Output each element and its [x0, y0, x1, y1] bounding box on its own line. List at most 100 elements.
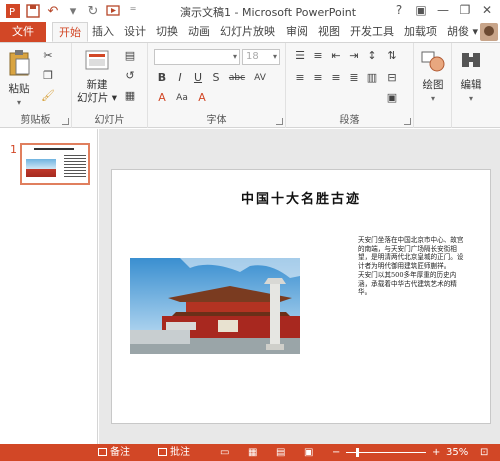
zoom-in-icon[interactable]: + [432, 444, 440, 461]
dropdown-chevron-icon[interactable]: ▾ [64, 2, 82, 20]
section-icon[interactable]: ▦ [122, 89, 138, 103]
zoom-out-icon[interactable]: − [332, 444, 340, 461]
smartart-icon[interactable]: ▣ [384, 91, 400, 105]
tab-transitions[interactable]: 切换 [150, 22, 184, 42]
help-icon[interactable]: ? [388, 0, 410, 20]
undo-icon[interactable]: ↶ [44, 2, 62, 20]
quick-access-toolbar: P ↶ ▾ ↻ ⁼ [4, 2, 142, 20]
tab-view[interactable]: 视图 [312, 22, 346, 42]
text-direction-icon[interactable]: ⇅ [384, 49, 400, 63]
slide-body-text[interactable]: 天安门坐落在中国北京市中心、故宫的南端，与天安门广场隔长安街相望，是明清两代北京… [358, 236, 468, 298]
character-spacing-icon[interactable]: AV [252, 71, 268, 85]
tab-animations[interactable]: 动画 [182, 22, 216, 42]
status-bar: 备注 批注 ▭ ▦ ▤ ▣ − + 35% ⊡ [0, 444, 500, 461]
app-logo-icon: P [4, 2, 22, 20]
tab-developer[interactable]: 开发工具 [344, 22, 400, 42]
thumbnail-text [64, 155, 86, 179]
notes-button[interactable]: 备注 [98, 444, 130, 461]
restore-icon[interactable]: ❐ [454, 0, 476, 20]
shapes-icon [421, 51, 445, 72]
start-from-beginning-icon[interactable] [104, 2, 122, 20]
paragraph-launcher-icon[interactable] [404, 118, 411, 125]
notes-icon [98, 448, 107, 456]
font-name-combo[interactable]: ▾ [154, 49, 240, 65]
zoom-slider-thumb[interactable] [356, 448, 360, 457]
change-case-icon[interactable]: Aa [174, 91, 190, 105]
drawing-button[interactable]: 绘图 ▾ [416, 49, 450, 105]
italic-icon[interactable]: I [172, 71, 188, 85]
paste-dropdown-icon[interactable]: ▾ [4, 96, 34, 109]
customize-qat-icon[interactable]: ⁼ [124, 2, 142, 20]
bullets-icon[interactable]: ☰ [292, 49, 308, 63]
avatar[interactable] [480, 23, 498, 41]
ribbon-display-options-icon[interactable]: ▣ [410, 0, 432, 20]
font-color-icon[interactable]: A [194, 91, 210, 105]
tiananmen-image [130, 258, 300, 354]
paragraph-group: ☰ ≡ ⇤ ⇥ ↕ ⇅ ≡ ≡ ≡ ≣ ▥ ⊟ ▣ 段落 [286, 43, 414, 128]
copy-icon[interactable]: ❐ [40, 69, 56, 83]
close-icon[interactable]: ✕ [476, 0, 498, 20]
text-effects-icon[interactable]: A [154, 91, 170, 105]
justify-icon[interactable]: ≣ [346, 71, 362, 85]
thumbnail-number: 1 [10, 143, 17, 156]
slide-sorter-icon[interactable]: ▦ [248, 444, 257, 461]
minimize-icon[interactable]: — [432, 0, 454, 20]
tab-design[interactable]: 设计 [118, 22, 152, 42]
normal-view-icon[interactable]: ▭ [220, 444, 229, 461]
font-size-combo[interactable]: 18 ▾ [242, 49, 280, 65]
tab-file[interactable]: 文件 [0, 22, 46, 42]
comments-button[interactable]: 批注 [158, 444, 190, 461]
tab-slideshow[interactable]: 幻灯片放映 [214, 22, 281, 42]
format-painter-icon[interactable]: 🖌 [40, 89, 56, 103]
line-spacing-icon[interactable]: ↕ [364, 49, 380, 63]
numbering-icon[interactable]: ≡ [310, 49, 326, 63]
align-center-icon[interactable]: ≡ [310, 71, 326, 85]
clipboard-group-label: 剪贴板 [20, 115, 51, 126]
cut-icon[interactable]: ✂ [40, 49, 56, 63]
chevron-down-icon: ▾ [232, 52, 237, 61]
user-account[interactable]: 胡俊 ▾ [447, 22, 478, 42]
fit-to-window-icon[interactable]: ⊡ [480, 444, 488, 461]
slideshow-view-icon[interactable]: ▣ [304, 444, 313, 461]
font-group: ▾ 18 ▾ B I U S abc AV A Aa A 字体 [148, 43, 286, 128]
align-left-icon[interactable]: ≡ [292, 71, 308, 85]
save-icon[interactable] [24, 2, 42, 20]
editing-group: 编辑 ▾ [452, 43, 490, 128]
tiananmen-picture[interactable] [130, 258, 300, 354]
tab-insert[interactable]: 插入 [86, 22, 120, 42]
editing-label: 编辑 [460, 79, 482, 91]
shadow-icon[interactable]: S [208, 71, 224, 85]
slides-group-label: 幻灯片 [94, 115, 125, 126]
slide-title[interactable]: 中国十大名胜古迹 [112, 188, 490, 207]
editing-button[interactable]: 编辑 ▾ [454, 49, 488, 105]
notes-label: 备注 [110, 447, 130, 458]
slide-editing-area: 中国十大名胜古迹 天安门坐落在中国北京市中心、故宫的南端，与天安门广场隔长安街相… [99, 129, 500, 444]
ribbon-tabs: 文件 开始 插入 设计 切换 动画 幻灯片放映 审阅 视图 开发工具 加载项 胡… [0, 22, 500, 42]
layout-icon[interactable]: ▤ [122, 49, 138, 63]
clipboard-launcher-icon[interactable] [62, 118, 69, 125]
chevron-down-icon: ▾ [430, 94, 435, 103]
redo-icon[interactable]: ↻ [84, 2, 102, 20]
align-right-icon[interactable]: ≡ [328, 71, 344, 85]
increase-indent-icon[interactable]: ⇥ [346, 49, 362, 63]
tab-addins[interactable]: 加载项 [398, 22, 443, 42]
bold-icon[interactable]: B [154, 71, 170, 85]
current-slide[interactable]: 中国十大名胜古迹 天安门坐落在中国北京市中心、故宫的南端，与天安门广场隔长安街相… [111, 169, 491, 424]
reading-view-icon[interactable]: ▤ [276, 444, 285, 461]
tab-review[interactable]: 审阅 [280, 22, 314, 42]
align-text-icon[interactable]: ⊟ [384, 71, 400, 85]
drawing-group: 绘图 ▾ [414, 43, 452, 128]
new-slide-icon [85, 50, 109, 70]
underline-icon[interactable]: U [190, 71, 206, 85]
zoom-level[interactable]: 35% [446, 444, 468, 461]
strikethrough-icon[interactable]: abc [226, 71, 248, 85]
tab-home[interactable]: 开始 [52, 22, 88, 42]
slide-thumbnail[interactable] [20, 143, 90, 185]
columns-icon[interactable]: ▥ [364, 71, 380, 85]
paste-button[interactable]: 粘贴 ▾ [4, 49, 34, 109]
decrease-indent-icon[interactable]: ⇤ [328, 49, 344, 63]
font-launcher-icon[interactable] [276, 118, 283, 125]
reset-icon[interactable]: ↺ [122, 69, 138, 83]
new-slide-button[interactable]: 新建 幻灯片 ▾ [76, 49, 118, 105]
chevron-down-icon: ▾ [468, 94, 473, 103]
